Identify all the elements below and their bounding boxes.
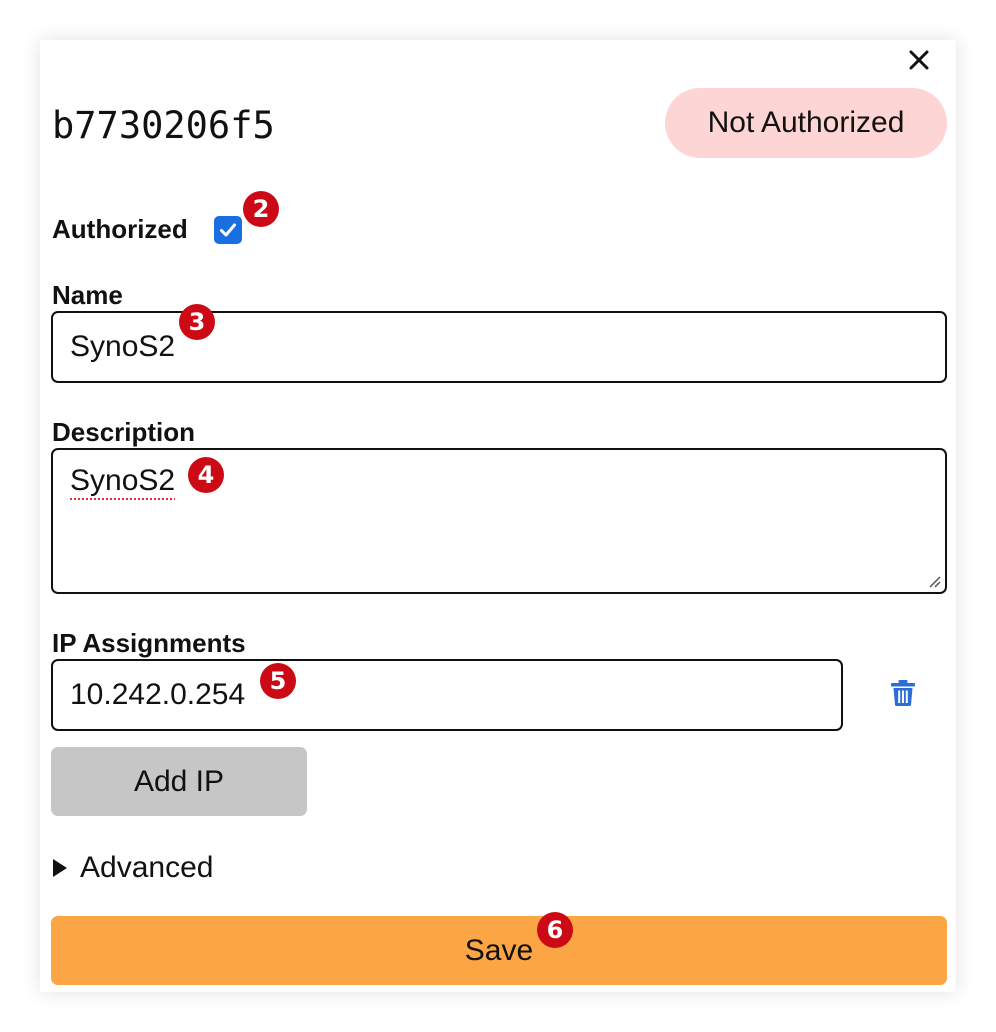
resize-grip-icon[interactable] <box>927 574 941 588</box>
node-id-title: b7730206f5 <box>52 104 275 147</box>
advanced-toggle[interactable]: Advanced <box>52 848 213 888</box>
advanced-label: Advanced <box>80 851 214 884</box>
status-badge: Not Authorized <box>665 88 947 158</box>
description-label: Description <box>52 417 196 447</box>
name-input-value: SynoS2 <box>70 330 176 363</box>
annotation-badge: 2 <box>243 191 279 227</box>
description-textarea[interactable]: SynoS2 <box>51 448 947 594</box>
name-label: Name <box>52 280 123 310</box>
authorized-label: Authorized <box>52 214 188 244</box>
annotation-badge: 6 <box>537 912 573 948</box>
annotation-badge: 4 <box>188 457 224 493</box>
checkmark-icon <box>220 223 236 237</box>
ip-address-value: 10.242.0.254 <box>70 678 246 711</box>
annotation-badge: 3 <box>179 304 215 340</box>
ip-assignments-label: IP Assignments <box>52 628 246 658</box>
ip-address-input[interactable]: 10.242.0.254 <box>51 659 843 731</box>
trash-icon[interactable] <box>890 679 916 707</box>
save-button[interactable]: Save <box>51 916 947 985</box>
triangle-right-icon <box>53 859 67 877</box>
add-ip-button[interactable]: Add IP <box>51 747 307 816</box>
authorized-checkbox[interactable] <box>214 216 242 244</box>
annotation-badge: 5 <box>260 663 296 699</box>
close-icon <box>909 50 929 70</box>
close-button[interactable] <box>903 44 935 76</box>
description-textarea-value: SynoS2 <box>70 464 176 497</box>
